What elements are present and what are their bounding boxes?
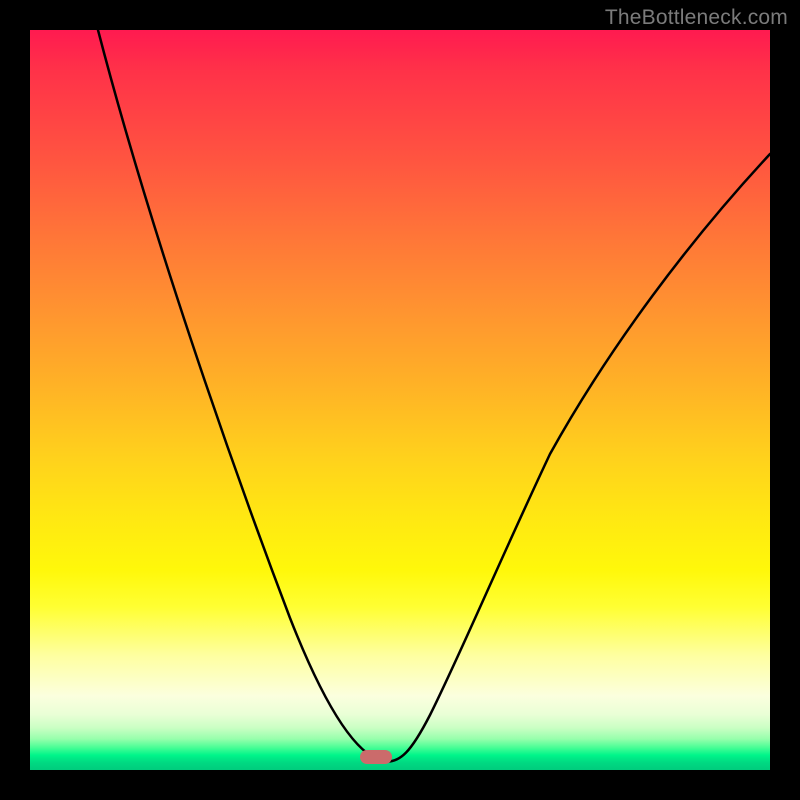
curve-layer (30, 30, 770, 770)
min-marker (360, 750, 392, 764)
plot-area (30, 30, 770, 770)
watermark-label: TheBottleneck.com (605, 6, 788, 30)
bottleneck-curve (98, 30, 770, 762)
